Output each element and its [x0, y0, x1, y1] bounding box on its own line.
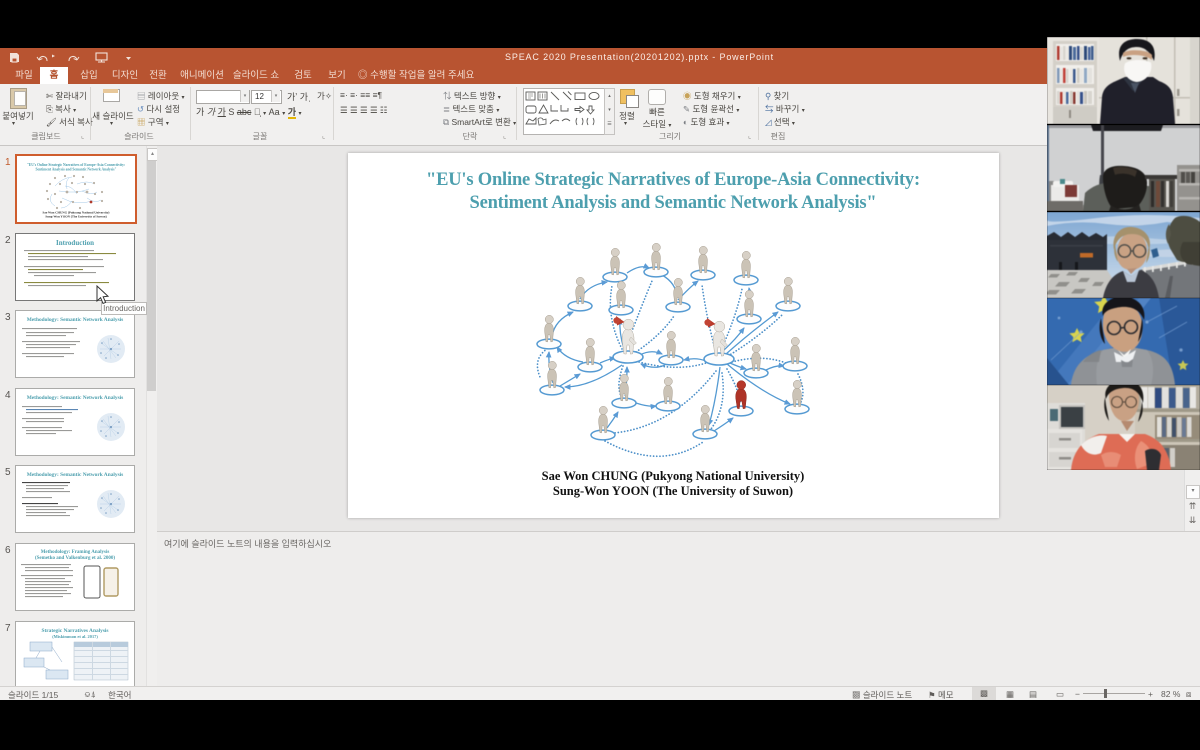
svg-text:Introduction: Introduction [56, 239, 94, 247]
svg-text:Sung-Won YOON (The University: Sung-Won YOON (The University of Suwon) [45, 215, 106, 219]
svg-text:Sentiment Analysis and Semanti: Sentiment Analysis and Semantic Network … [36, 168, 117, 172]
svg-text:Methodology: Semantic Network: Methodology: Semantic Network Analysis [27, 472, 124, 478]
svg-text:(Semetko and Valkenburg et al.: (Semetko and Valkenburg et al. 2000) [35, 556, 115, 561]
svg-text:Methodology: Semantic Network: Methodology: Semantic Network Analysis [27, 317, 124, 323]
svg-text:"EU's Online Strategic Narrati: "EU's Online Strategic Narratives of Eur… [27, 163, 125, 167]
svg-text:(Miskimmon et al. 2017): (Miskimmon et al. 2017) [52, 634, 98, 639]
svg-text:Methodology: Framing Analysis: Methodology: Framing Analysis [41, 550, 110, 555]
svg-text:Methodology: Semantic Network: Methodology: Semantic Network Analysis [27, 395, 124, 401]
